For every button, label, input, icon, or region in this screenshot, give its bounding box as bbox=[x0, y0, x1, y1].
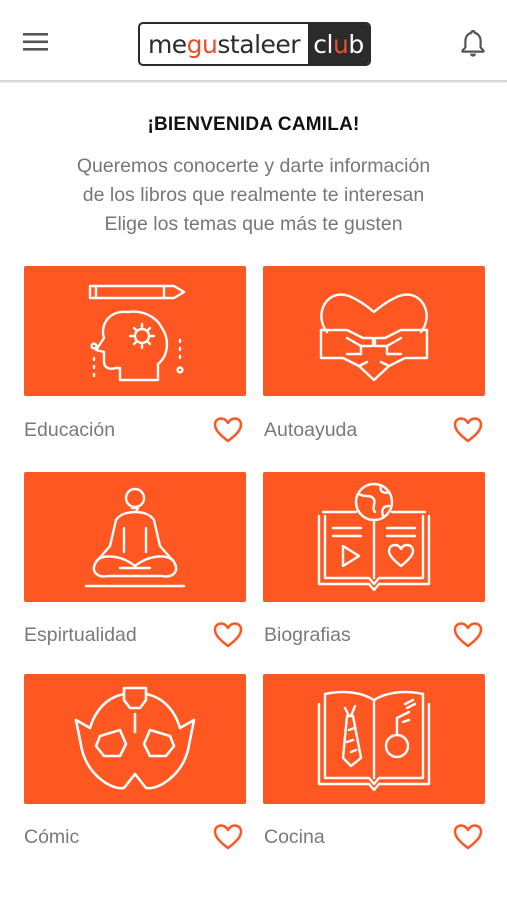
head-gear-pencil-icon bbox=[88, 284, 186, 382]
heart-icon[interactable] bbox=[452, 821, 484, 853]
category-card-educacion[interactable] bbox=[24, 266, 246, 396]
superhero-mask-icon bbox=[74, 686, 196, 790]
heart-icon[interactable] bbox=[452, 619, 484, 651]
bell-icon[interactable] bbox=[456, 26, 490, 60]
logo-club-badge: cl u b bbox=[308, 24, 369, 64]
open-book-globe-icon bbox=[317, 482, 431, 592]
intro-line: de los libros que realmente te interesan bbox=[82, 184, 425, 206]
heart-hands-icon bbox=[319, 293, 429, 382]
category-label: Biografias bbox=[264, 624, 351, 646]
category-label: Educación bbox=[24, 419, 116, 441]
category-card-comic[interactable] bbox=[24, 674, 246, 804]
megustaleer-club-logo: me g u sta leer cl u b bbox=[138, 22, 371, 66]
category-label: Cómic bbox=[24, 826, 80, 848]
meditation-icon bbox=[84, 487, 186, 588]
intro-text: Queremos conocerte y darte información d… bbox=[0, 152, 507, 239]
intro-line: Elige los temas que más te gusten bbox=[104, 213, 403, 235]
heart-icon[interactable] bbox=[452, 414, 484, 446]
intro-line: Queremos conocerte y darte información bbox=[76, 155, 431, 177]
heart-icon[interactable] bbox=[212, 619, 244, 651]
category-label: Cocina bbox=[264, 826, 325, 848]
hamburger-menu-icon[interactable] bbox=[20, 26, 52, 58]
category-card-cocina[interactable] bbox=[263, 674, 485, 804]
app-bar: me g u sta leer cl u b bbox=[0, 0, 507, 82]
welcome-title: ¡BIENVENIDA CAMILA! bbox=[147, 114, 360, 135]
category-label: Autoayuda bbox=[264, 419, 358, 441]
category-label: Espirtualidad bbox=[24, 624, 137, 646]
category-card-biografias[interactable] bbox=[263, 472, 485, 602]
cookbook-icon bbox=[317, 690, 431, 792]
category-card-espiritualidad[interactable] bbox=[24, 472, 246, 602]
logo-wordmark: me g u sta leer bbox=[147, 29, 301, 59]
heart-icon[interactable] bbox=[212, 414, 244, 446]
category-card-autoayuda[interactable] bbox=[263, 266, 485, 396]
heart-icon[interactable] bbox=[212, 821, 244, 853]
